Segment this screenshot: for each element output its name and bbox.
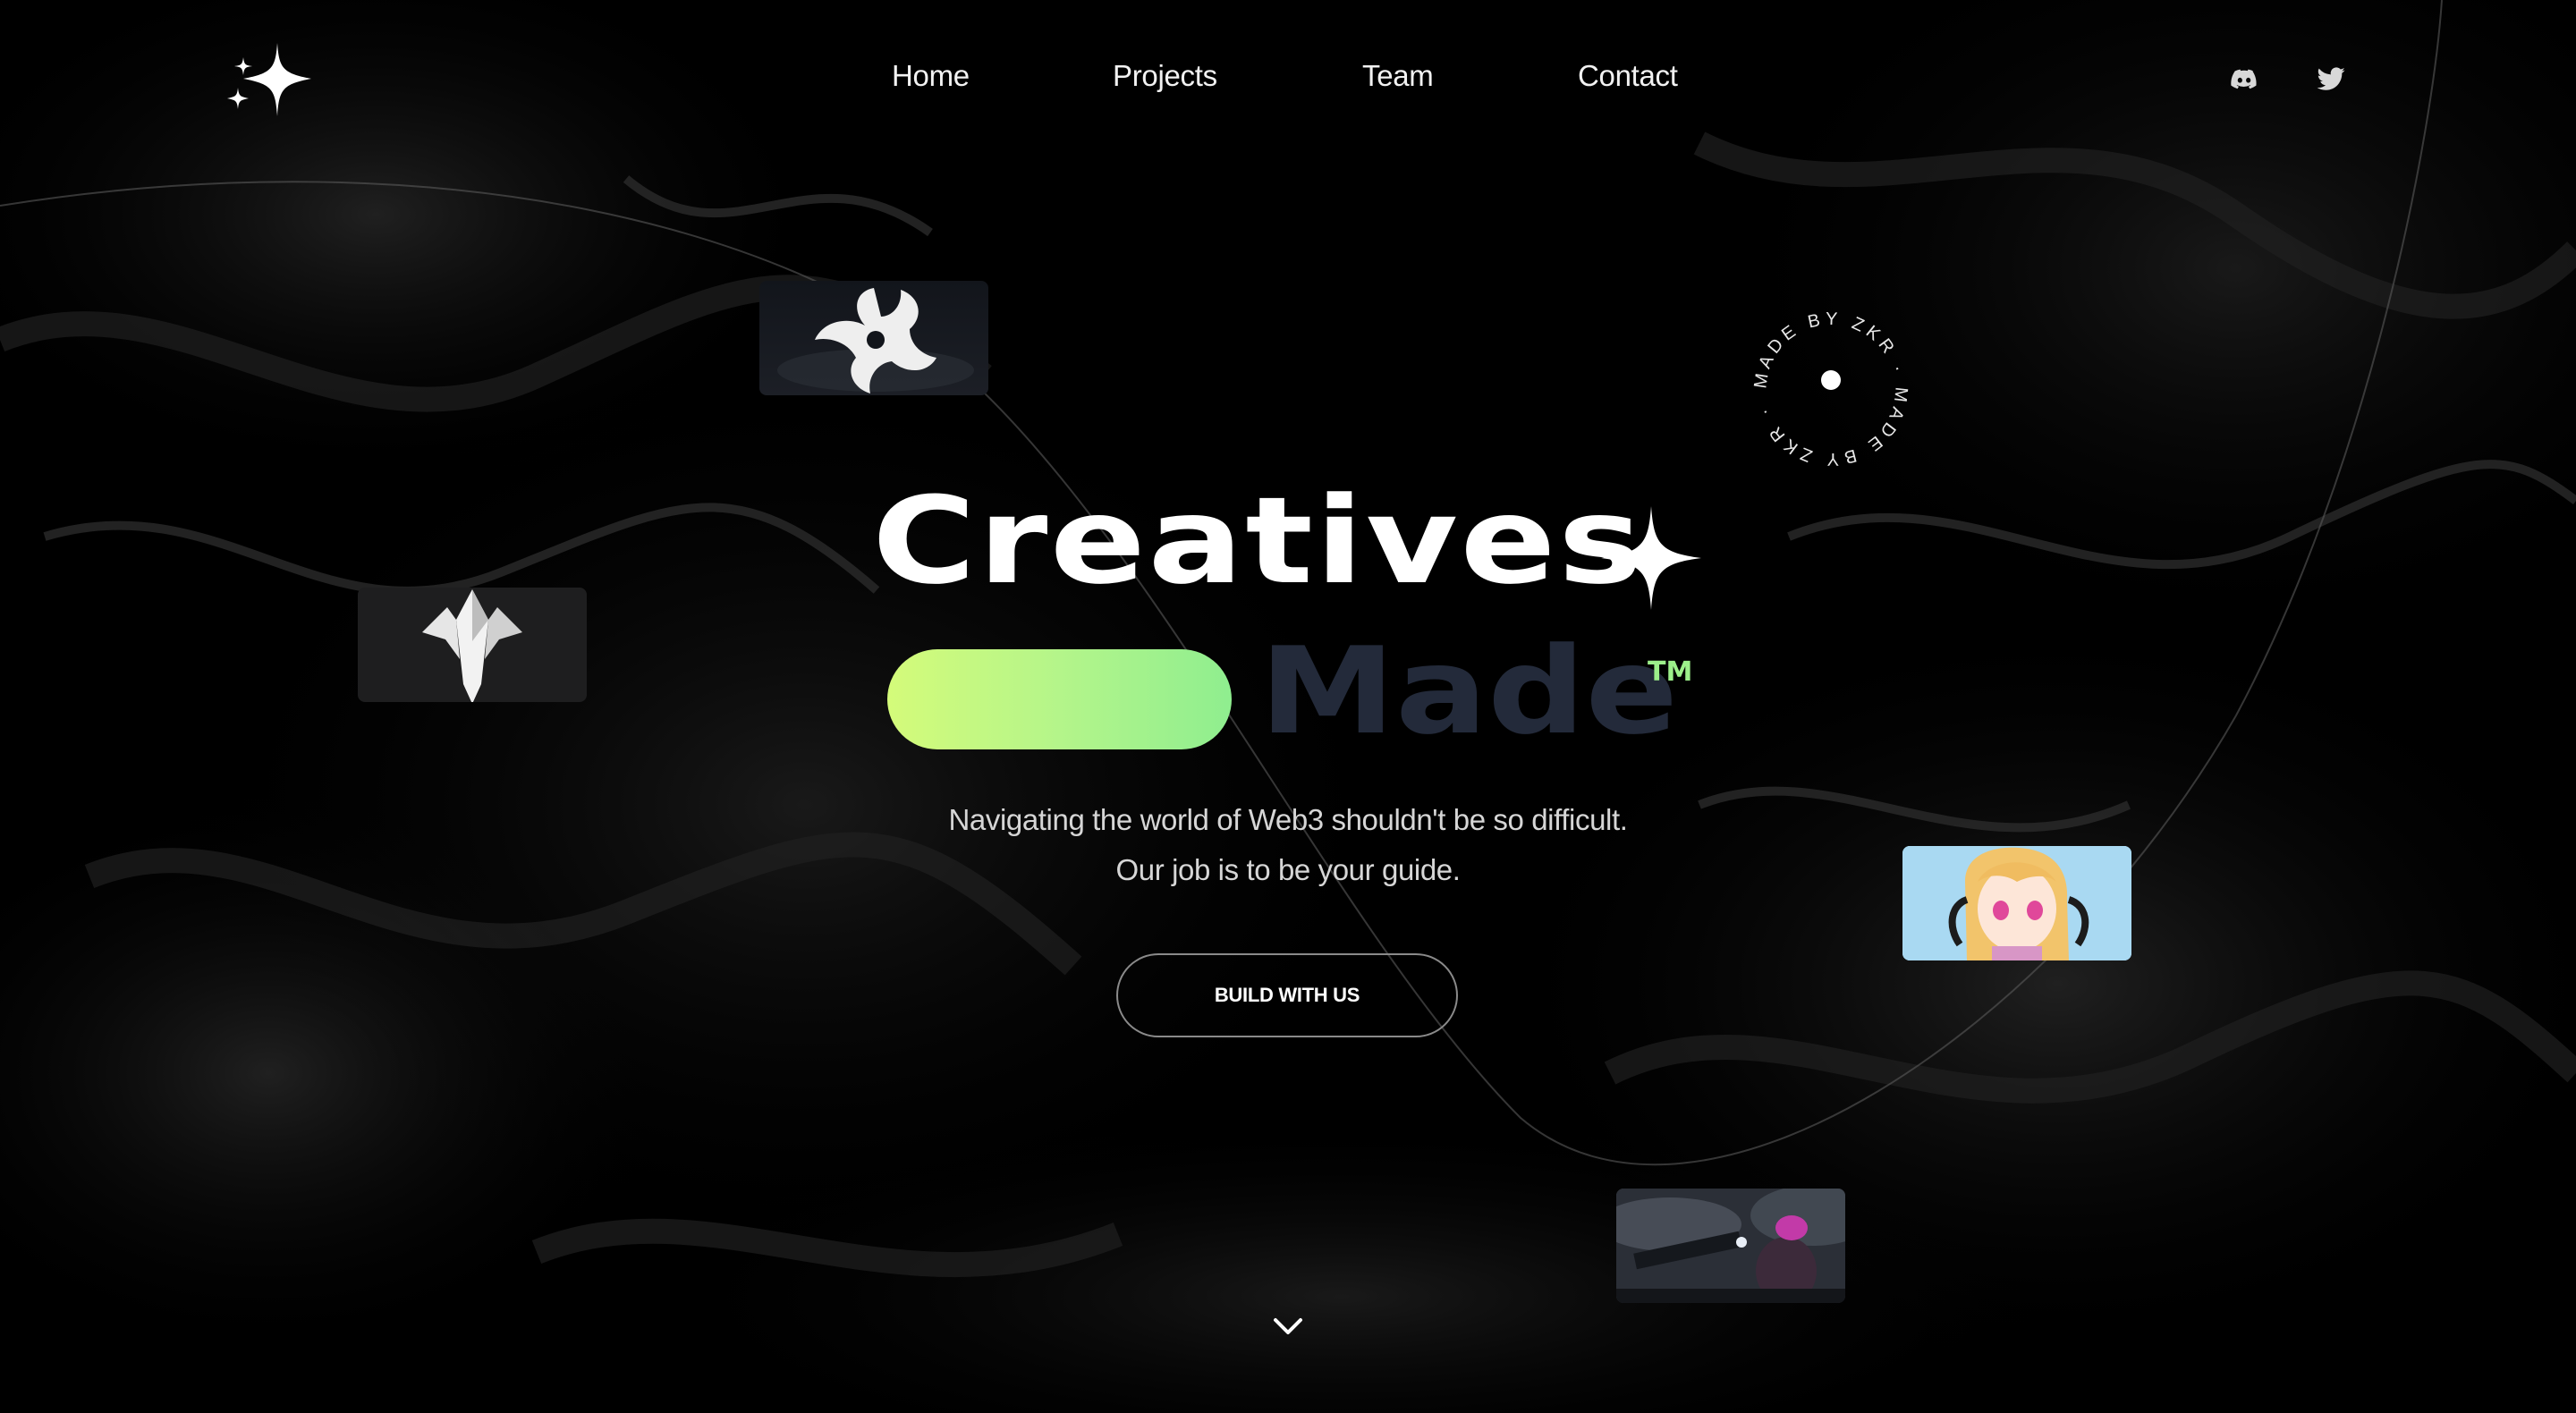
hero-title-suffix: Made	[1259, 622, 1679, 761]
dark-scene-image	[1616, 1189, 1845, 1303]
made-by-zkr-badge: MADE BY ZKR · MADE BY ZKR ·	[1750, 309, 1906, 469]
hero-subtitle-line-1: Navigating the world of Web3 shouldn't b…	[948, 803, 1628, 836]
chevron-down-icon[interactable]	[1272, 1313, 1304, 1340]
build-with-us-button[interactable]: BUILD WITH US	[1116, 953, 1458, 1037]
discord-icon[interactable]	[2229, 64, 2259, 95]
diamond-crest-icon	[422, 589, 522, 702]
nav-home-link[interactable]: Home	[892, 59, 970, 93]
hero-subtitle-line-2: Our job is to be your guide.	[1115, 853, 1461, 886]
nav-projects-link[interactable]: Projects	[1113, 59, 1217, 93]
tri-blade-emblem-icon	[777, 288, 974, 393]
twitter-icon[interactable]	[2315, 64, 2347, 95]
project-tile-emblem[interactable]	[759, 281, 988, 395]
project-tile-crest[interactable]	[358, 588, 587, 702]
nav-contact-link[interactable]: Contact	[1578, 59, 1678, 93]
trademark-mark: TM	[1648, 656, 1693, 688]
nav-team-link[interactable]: Team	[1362, 59, 1434, 93]
main-nav: Home Projects Team Contact	[0, 59, 2576, 104]
badge-center-dot	[1821, 370, 1841, 390]
four-point-star-icon	[1601, 506, 1701, 610]
accent-pill	[887, 649, 1232, 749]
hero-title: Creatives	[872, 471, 1645, 611]
project-tile-scene[interactable]	[1616, 1189, 1845, 1303]
